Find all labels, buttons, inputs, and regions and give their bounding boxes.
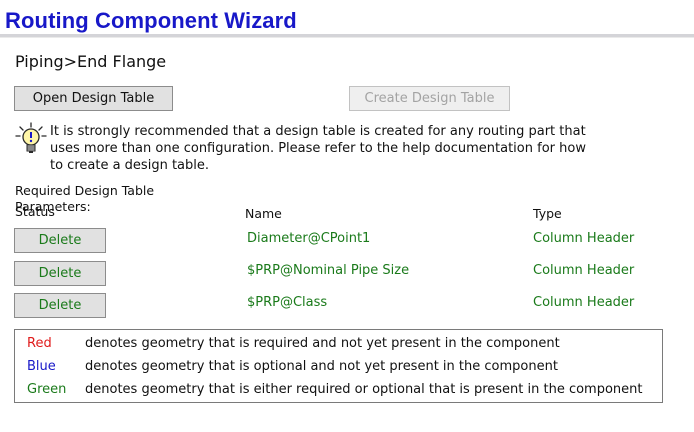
wizard-title: Routing Component Wizard [5, 8, 297, 33]
open-design-table-button[interactable]: Open Design Table [14, 86, 173, 111]
column-header-name: Name [245, 206, 282, 221]
parameter-name: $PRP@Class [247, 295, 328, 310]
parameter-type: Column Header [533, 263, 635, 278]
legend-color-label: Blue [27, 359, 56, 374]
column-header-type: Type [533, 206, 562, 221]
parameter-type: Column Header [533, 295, 635, 310]
color-legend: Red denotes geometry that is required an… [14, 329, 663, 403]
legend-description: denotes geometry that is optional and no… [85, 359, 558, 374]
legend-color-label: Red [27, 336, 52, 351]
lightbulb-info-icon [15, 122, 47, 153]
delete-button[interactable]: Delete [14, 228, 106, 253]
create-design-table-button[interactable]: Create Design Table [349, 86, 510, 111]
parameter-name: $PRP@Nominal Pipe Size [247, 263, 410, 278]
column-header-status: Status [15, 204, 55, 219]
legend-description: denotes geometry that is either required… [85, 382, 643, 397]
delete-button[interactable]: Delete [14, 293, 106, 318]
breadcrumb: Piping>End Flange [15, 52, 167, 71]
legend-description: denotes geometry that is required and no… [85, 336, 560, 351]
design-table-recommendation: It is strongly recommended that a design… [50, 124, 586, 173]
parameter-name: Diameter@CPoint1 [247, 231, 371, 246]
title-divider [0, 34, 694, 38]
parameter-type: Column Header [533, 231, 635, 246]
delete-button[interactable]: Delete [14, 261, 106, 286]
legend-color-label: Green [27, 382, 67, 397]
